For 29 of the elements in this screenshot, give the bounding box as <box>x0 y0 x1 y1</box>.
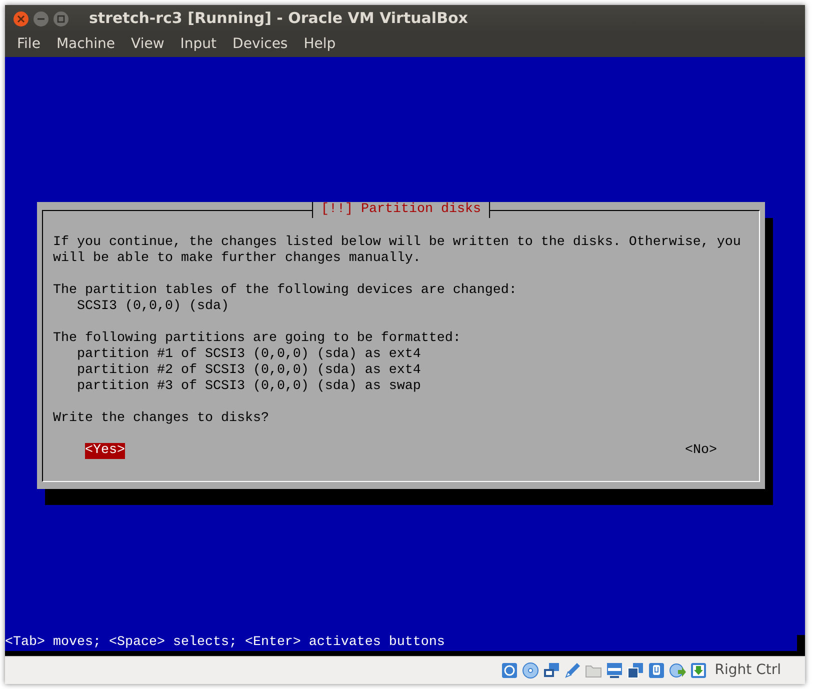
optical-disc-icon[interactable] <box>522 662 539 679</box>
minimize-button[interactable] <box>33 10 49 26</box>
close-button[interactable] <box>13 10 29 26</box>
menu-item[interactable]: Help <box>296 34 344 55</box>
menu-item[interactable]: Devices <box>224 34 296 55</box>
dialog-button[interactable]: <No> <box>685 443 717 459</box>
list-line: partition #1 of SCSI3 (0,0,0) (sda) as ext4 <box>76 347 422 363</box>
dialog-title: [!!] Partition disks <box>312 202 490 218</box>
host-key-label: Right Ctrl <box>714 661 781 680</box>
menu-item[interactable]: Input <box>172 34 225 55</box>
dialog-text: Write the changes to disks? <box>53 411 270 427</box>
help-line: <Tab> moves; <Space> selects; <Enter> activates buttons <box>5 635 446 651</box>
dialog-button[interactable]: <Yes> <box>84 443 125 459</box>
windows-icon[interactable] <box>626 662 644 679</box>
pencil-icon[interactable] <box>564 662 581 679</box>
monitor-icon[interactable] <box>606 662 623 679</box>
dialog-text: If you continue, the changes listed below will be written to the disks. Otherwise, you will be able to make further changes manually. <box>53 235 741 267</box>
list-line: partition #3 of SCSI3 (0,0,0) (sda) as swap <box>76 379 422 395</box>
list-line: partition #2 of SCSI3 (0,0,0) (sda) as ext4 <box>76 363 422 379</box>
window-title: stretch-rc3 [Running] - Oracle VM VirtualBox <box>89 8 468 30</box>
menu-item[interactable]: Machine <box>48 34 124 55</box>
menu-item[interactable]: File <box>9 34 48 55</box>
dialog-text: The following partitions are going to be formatted: <box>53 331 462 347</box>
dialog-text: The partition tables of the following devices are changed: <box>53 283 518 299</box>
download-arrow-icon[interactable] <box>690 662 707 679</box>
screen-edge-strip <box>797 635 805 651</box>
maximize-button[interactable] <box>53 10 69 26</box>
list-line: SCSI3 (0,0,0) (sda) <box>76 299 230 315</box>
menu-item[interactable]: View <box>123 34 172 55</box>
